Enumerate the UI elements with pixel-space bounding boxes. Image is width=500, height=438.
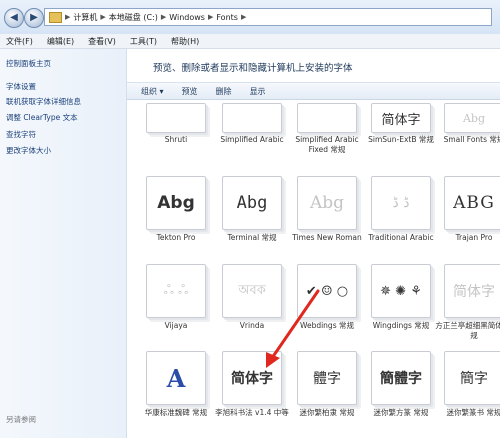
sidebar-see-also-heading: 另请参阅: [6, 415, 36, 424]
menu-help[interactable]: 帮助(H): [171, 36, 199, 47]
font-name-label: Vrinda: [239, 321, 265, 330]
font-tile[interactable]: Abg Terminal 常规: [216, 176, 288, 242]
font-tile[interactable]: 體字 迷你繁柏隶 常规: [291, 351, 363, 417]
page-title: 预览、删除或者显示和隐藏计算机上安装的字体: [153, 63, 353, 74]
breadcrumb-separator-icon: ▶: [240, 13, 247, 21]
font-preview-paper: 簡體字: [371, 351, 431, 405]
font-tile[interactable]: 简体字 方正兰亭超细黑简体 常规: [435, 264, 500, 340]
font-preview-paper: ஃ ஃ: [146, 264, 206, 318]
font-preview-paper: অবক: [222, 264, 282, 318]
sidebar-link-control-panel-home[interactable]: 控制面板主页: [6, 58, 51, 69]
font-name-label: Vijaya: [164, 321, 188, 330]
menu-view[interactable]: 查看(V): [88, 36, 116, 47]
font-tile[interactable]: ஃ ஃ Vijaya: [140, 264, 212, 330]
font-name-label: Trajan Pro: [455, 233, 493, 242]
font-preview-paper: [222, 103, 282, 133]
font-name-label: Tekton Pro: [156, 233, 196, 242]
font-preview-paper: A: [146, 351, 206, 405]
sidebar-link-find-character[interactable]: 查找字符: [6, 129, 36, 140]
font-preview-paper: 體字: [297, 351, 357, 405]
organize-button[interactable]: 组织 ▾: [141, 86, 164, 97]
menu-bar: 文件(F) 编辑(E) 查看(V) 工具(T) 帮助(H): [0, 34, 500, 49]
font-name-label: Webdings 常规: [299, 321, 354, 330]
show-button[interactable]: 显示: [250, 86, 266, 97]
font-tile[interactable]: অবক Vrinda: [216, 264, 288, 330]
back-arrow-icon[interactable]: ◀: [4, 8, 24, 28]
sidebar: 控制面板主页 字体设置 联机获取字体详细信息 调整 ClearType 文本 查…: [0, 49, 127, 438]
sidebar-link-cleartype[interactable]: 调整 ClearType 文本: [6, 112, 78, 123]
font-tile[interactable]: 简体字 SimSun-ExtB 常规: [365, 103, 437, 175]
font-name-label: Small Fonts 常规: [443, 135, 500, 144]
font-preview-paper: Abg: [297, 176, 357, 230]
font-preview-paper: 简体字: [444, 264, 500, 318]
breadcrumb-separator-icon: ▶: [160, 13, 167, 21]
font-tile[interactable]: Abg Small Fonts 常规: [438, 103, 500, 175]
address-bar-area: ◀ ▶ ▶ 计算机 ▶ 本地磁盘 (C:) ▶ Windows ▶ Fonts …: [0, 0, 500, 35]
font-tile[interactable]: ✵ ✺ ⚘ Wingdings 常规: [365, 264, 437, 330]
breadcrumb-fonts[interactable]: Fonts: [216, 13, 238, 22]
font-tile[interactable]: Abg Tekton Pro: [140, 176, 212, 242]
font-tile[interactable]: A 华康标准魏碑 常规: [140, 351, 212, 417]
font-tile[interactable]: 简体字 李旭科书法 v1.4 中等: [215, 351, 289, 417]
delete-button[interactable]: 删除: [216, 86, 232, 97]
font-tile[interactable]: 簡字 迷你繁篆书 常规: [438, 351, 500, 417]
sidebar-link-font-settings[interactable]: 字体设置: [6, 81, 36, 92]
font-list-pane: 预览、删除或者显示和隐藏计算机上安装的字体 组织 ▾ 预览 删除 显示 Shru…: [127, 49, 500, 438]
breadcrumb-local-disk[interactable]: 本地磁盘 (C:): [109, 12, 158, 23]
font-preview-paper: [297, 103, 357, 133]
address-field[interactable]: ▶ 计算机 ▶ 本地磁盘 (C:) ▶ Windows ▶ Fonts ▶: [44, 8, 492, 26]
breadcrumb-separator-icon: ▶: [65, 13, 71, 21]
breadcrumb-windows[interactable]: Windows: [169, 13, 205, 22]
font-tile[interactable]: ✔ ☺ ○ Webdings 常规: [291, 264, 363, 330]
font-name-label: Simplified Arabic: [220, 135, 284, 144]
breadcrumb-separator-icon: ▶: [100, 13, 106, 21]
font-preview-paper: Abg: [146, 176, 206, 230]
font-name-label: Traditional Arabic: [368, 233, 434, 242]
font-name-label: Simplified Arabic Fixed 常规: [295, 135, 359, 154]
font-name-label: Wingdings 常规: [372, 321, 430, 330]
font-name-label: Terminal 常规: [227, 233, 277, 242]
font-preview-paper: ✔ ☺ ○: [297, 264, 357, 318]
font-name-label: 迷你繁柏隶 常规: [299, 408, 355, 417]
font-tile[interactable]: ڈ ڈ Traditional Arabic: [365, 176, 437, 242]
command-toolbar: 组织 ▾ 预览 删除 显示: [127, 82, 500, 100]
folder-icon: [49, 11, 62, 23]
font-name-label: SimSun-ExtB 常规: [368, 135, 434, 144]
font-name-label: 迷你繁篆书 常规: [446, 408, 500, 417]
font-name-label: 方正兰亭超细黑简体 常规: [435, 321, 500, 340]
preview-button[interactable]: 预览: [182, 86, 198, 97]
font-preview-paper: 简体字: [371, 103, 431, 133]
font-tile[interactable]: Shruti: [140, 103, 212, 175]
font-preview-paper: 簡字: [444, 351, 500, 405]
font-preview-paper: 简体字: [222, 351, 282, 405]
font-name-label: 华康标准魏碑 常规: [144, 408, 208, 417]
font-tile[interactable]: 簡體字 迷你繁方篆 常规: [365, 351, 437, 417]
menu-edit[interactable]: 编辑(E): [47, 36, 74, 47]
font-tile[interactable]: ABG Trajan Pro: [438, 176, 500, 242]
breadcrumb-computer[interactable]: 计算机: [73, 12, 97, 23]
font-preview-paper: Abg: [444, 103, 500, 133]
font-name-label: Shruti: [164, 135, 188, 144]
font-preview-paper: Abg: [222, 176, 282, 230]
font-preview-paper: [146, 103, 206, 133]
font-preview-paper: ABG: [444, 176, 500, 230]
font-preview-paper: ڈ ڈ: [371, 176, 431, 230]
sidebar-link-change-font-size[interactable]: 更改字体大小: [6, 145, 51, 156]
font-name-label: Times New Roman: [292, 233, 362, 242]
menu-tools[interactable]: 工具(T): [130, 36, 157, 47]
font-name-label: 迷你繁方篆 常规: [373, 408, 429, 417]
font-tile[interactable]: Simplified Arabic: [216, 103, 288, 175]
forward-arrow-icon[interactable]: ▶: [24, 8, 44, 28]
font-tile[interactable]: Simplified Arabic Fixed 常规: [291, 103, 363, 175]
font-name-label: 李旭科书法 v1.4 中等: [215, 408, 289, 417]
font-tile[interactable]: Abg Times New Roman: [291, 176, 363, 242]
menu-file[interactable]: 文件(F): [6, 36, 33, 47]
font-preview-paper: ✵ ✺ ⚘: [371, 264, 431, 318]
breadcrumb-separator-icon: ▶: [207, 13, 214, 21]
sidebar-link-font-info-online[interactable]: 联机获取字体详细信息: [6, 96, 81, 107]
